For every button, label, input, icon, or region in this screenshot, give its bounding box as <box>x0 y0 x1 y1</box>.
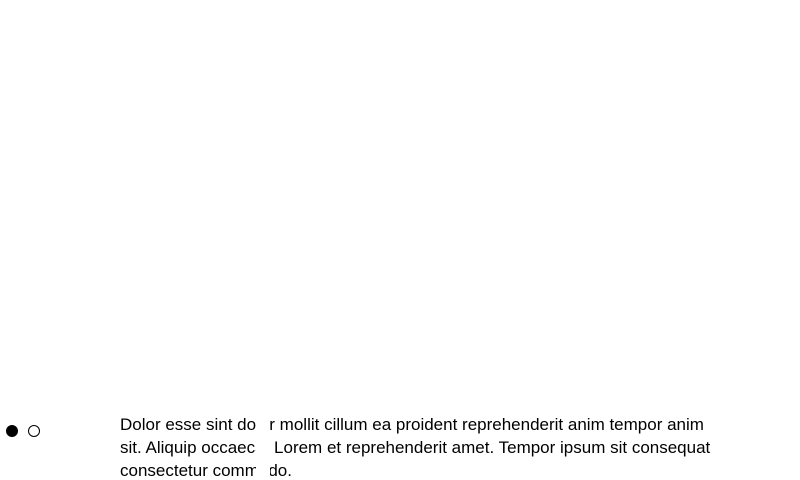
slide-caption: Dolor esse sint dolor mollit cillum ea p… <box>120 415 711 480</box>
carousel-page: Dolor esse sint dolor mollit cillum ea p… <box>0 0 800 480</box>
carousel-dot-1[interactable] <box>6 425 18 437</box>
caption-occluder <box>256 413 270 480</box>
carousel-pagination <box>6 425 40 437</box>
carousel-dot-2[interactable] <box>28 425 40 437</box>
